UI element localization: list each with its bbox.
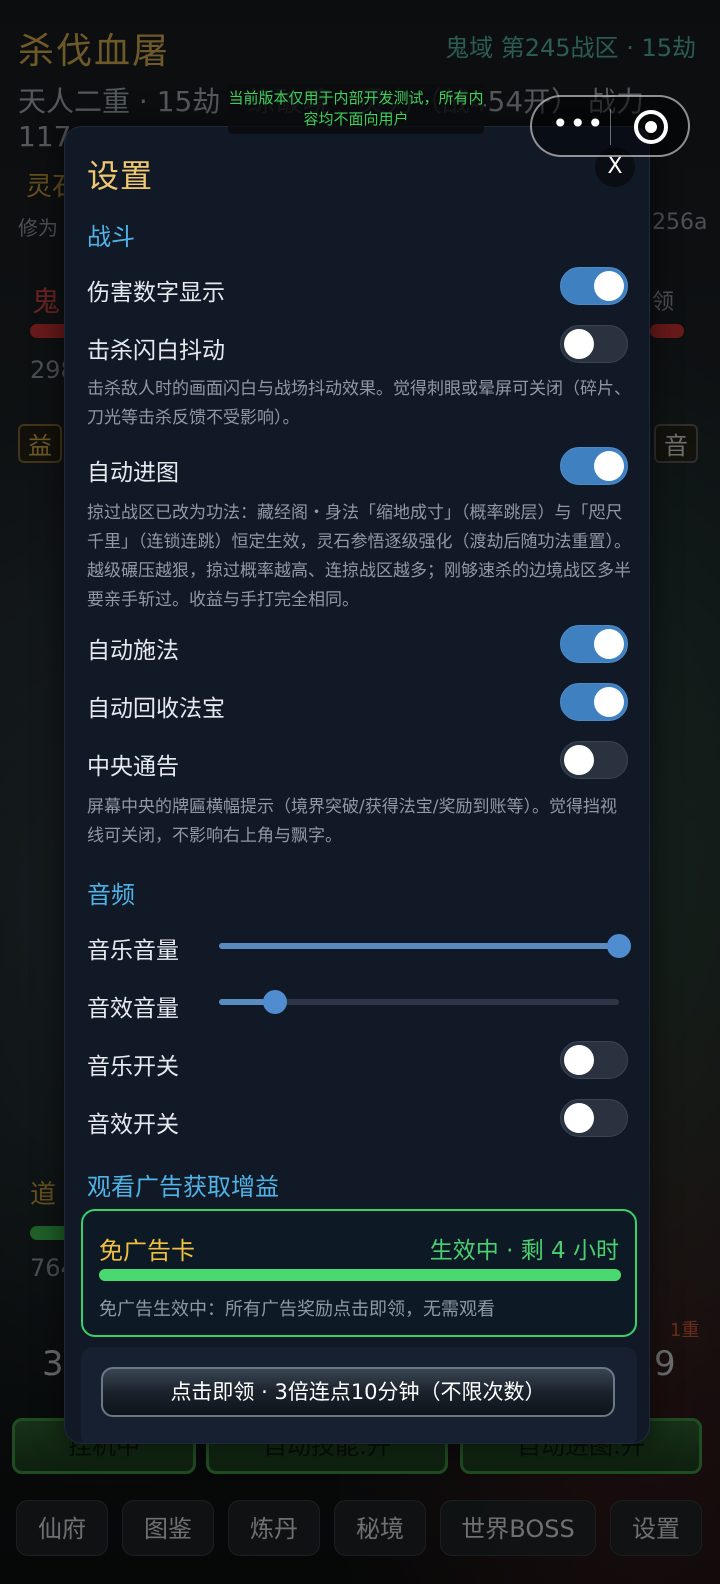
close-target-icon[interactable] <box>634 110 668 144</box>
ad-free-progress-bar <box>99 1269 621 1281</box>
ad-free-card: 免广告卡 生效中 · 剩 4 小时 免广告生效中：所有广告奖励点击即领，无需观看 <box>81 1209 637 1337</box>
ad-free-description: 免广告生效中：所有广告奖励点击即领，无需观看 <box>99 1299 495 1320</box>
auto-recycle-toggle[interactable] <box>560 683 628 721</box>
toggle-knob <box>594 687 624 717</box>
toggle-knob <box>594 451 624 481</box>
audio-section-header: 音频 <box>87 881 135 909</box>
slider-thumb[interactable] <box>607 934 631 958</box>
toggle-knob <box>564 1045 594 1075</box>
kill-flash-description: 击杀敌人时的画面闪白与战场抖动效果。觉得刺眼或晕屏可关闭（碎片、刀光等击杀反馈不… <box>87 379 631 428</box>
auto-advance-label: 自动进图 <box>87 460 179 486</box>
battle-section-header: 战斗 <box>87 223 135 251</box>
central-notice-label: 中央通告 <box>87 754 179 780</box>
mini-program-capsule: ••• <box>530 95 690 157</box>
music-volume-label: 音乐音量 <box>87 938 179 964</box>
central-notice-toggle[interactable] <box>560 741 628 779</box>
sfx-switch-toggle[interactable] <box>560 1099 628 1137</box>
ad-section-header: 观看广告获取增益 <box>87 1173 279 1201</box>
kill-flash-label: 击杀闪白抖动 <box>87 338 225 364</box>
auto-recycle-label: 自动回收法宝 <box>87 696 225 722</box>
progress-fill <box>99 1269 621 1281</box>
capsule-divider <box>610 109 611 145</box>
settings-modal: 设置 X 战斗 伤害数字显示 击杀闪白抖动 击杀敌人时的画面闪白与战场抖动效果。… <box>64 126 650 1444</box>
ad-free-card-title: 免广告卡 <box>99 1237 195 1265</box>
music-volume-slider[interactable] <box>219 934 631 958</box>
toggle-knob <box>564 745 594 775</box>
damage-numbers-label: 伤害数字显示 <box>87 280 225 306</box>
ad-free-status: 生效中 · 剩 4 小时 <box>429 1238 619 1264</box>
music-switch-toggle[interactable] <box>560 1041 628 1079</box>
auto-cast-label: 自动施法 <box>87 638 179 664</box>
toggle-knob <box>594 271 624 301</box>
auto-advance-toggle[interactable] <box>560 447 628 485</box>
more-icon[interactable]: ••• <box>552 110 604 141</box>
central-notice-description: 屏幕中央的牌匾横幅提示（境界突破/获得法宝/奖励到账等）。觉得挡视线可关闭，不影… <box>87 797 617 846</box>
settings-title: 设置 <box>87 157 154 195</box>
auto-cast-toggle[interactable] <box>560 625 628 663</box>
auto-advance-description: 掠过战区已改为功法：藏经阁・身法「缩地成寸」（概率跳层）与「咫尺千里」（连锁连跳… <box>87 503 631 610</box>
slider-thumb[interactable] <box>263 990 287 1014</box>
toggle-knob <box>594 629 624 659</box>
damage-numbers-toggle[interactable] <box>560 267 628 305</box>
music-switch-label: 音乐开关 <box>87 1054 179 1080</box>
sfx-volume-slider[interactable] <box>219 990 619 1014</box>
slider-fill <box>219 943 619 949</box>
sfx-volume-label: 音效音量 <box>87 996 179 1022</box>
claim-button-container: 点击即领 · 3倍连点10分钟（不限次数） <box>81 1347 637 1443</box>
sfx-switch-label: 音效开关 <box>87 1112 179 1138</box>
claim-button[interactable]: 点击即领 · 3倍连点10分钟（不限次数） <box>101 1367 615 1417</box>
kill-flash-toggle[interactable] <box>560 325 628 363</box>
toggle-knob <box>564 329 594 359</box>
toggle-knob <box>564 1103 594 1133</box>
dev-notice-banner: 当前版本仅用于内部开发测试，所有内容均不面向用户 <box>228 84 484 134</box>
